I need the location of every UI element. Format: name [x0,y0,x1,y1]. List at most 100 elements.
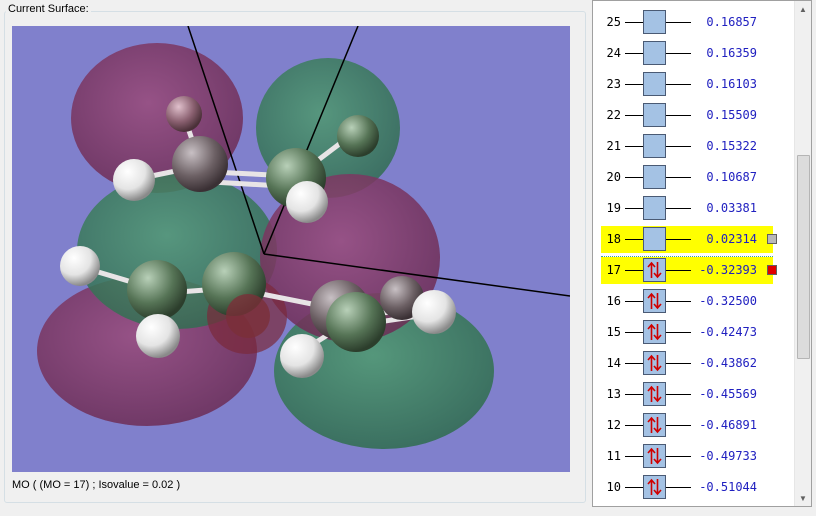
electron-pair-icon [647,385,662,403]
orbital-row-13[interactable]: 13 -0.45569 [601,381,791,408]
orbital-energy: -0.32393 [699,263,757,277]
virtual-orbital-box[interactable] [643,72,666,96]
virtual-orbital-box[interactable] [643,10,666,34]
spin-up-arrow-icon [647,447,656,464]
mo-energy-diagram[interactable]: 25 0.16857 24 0.16359 23 0.16103 22 0.15509… [592,0,812,507]
orbital-energy: -0.32500 [699,294,757,308]
current-surface-title: Current Surface: [6,3,91,15]
orbital-number: 23 [606,77,621,91]
occupied-orbital-box[interactable] [643,413,666,437]
orbital-number: 24 [606,46,621,60]
surface-status: MO ( (MO = 17) ; Isovalue = 0.02 ) [12,479,181,491]
atom-hydrogen [136,314,180,358]
virtual-orbital-box[interactable] [643,41,666,65]
orbital-number: 21 [606,139,621,153]
scroll-thumb[interactable] [797,155,810,359]
virtual-orbital-box[interactable] [643,165,666,189]
orbital-number: 20 [606,170,621,184]
occupied-orbital-box[interactable] [643,475,666,499]
orbital-energy: 0.10687 [699,170,757,184]
atom-carbon [337,115,379,157]
molecule-3d-viewer[interactable] [12,26,570,472]
spin-up-arrow-icon [647,292,656,309]
spin-up-arrow-icon [647,261,656,278]
orbital-row-20[interactable]: 20 0.10687 [601,164,791,191]
orbital-energy: 0.03381 [699,201,757,215]
atom-hydrogen [60,246,100,286]
orbital-row-25[interactable]: 25 0.16857 [601,9,791,36]
orbital-number: 16 [606,294,621,308]
orbital-row-18[interactable]: 18 0.02314 [601,226,791,253]
vertical-scrollbar[interactable]: ▲ ▼ [794,1,811,506]
virtual-orbital-box[interactable] [643,196,666,220]
orbital-number: 17 [606,263,621,277]
electron-pair-icon [647,416,662,434]
occupied-orbital-box[interactable] [643,289,666,313]
molecule-render [37,26,570,449]
orbital-row-12[interactable]: 12 -0.46891 [601,412,791,439]
spin-down-arrow-icon [653,448,662,465]
virtual-orbital-box[interactable] [643,103,666,127]
atom-carbon [172,136,228,192]
spin-down-arrow-icon [653,293,662,310]
atom-hydrogen [286,181,328,223]
spin-down-arrow-icon [653,355,662,372]
orbital-energy: 0.02314 [699,232,757,246]
orbital-row-11[interactable]: 11 -0.49733 [601,443,791,470]
occupied-orbital-box[interactable] [643,320,666,344]
occupied-orbital-box[interactable] [643,258,666,282]
orbital-energy: -0.49733 [699,449,757,463]
orbital-energy: 0.15509 [699,108,757,122]
orbital-row-22[interactable]: 22 0.15509 [601,102,791,129]
homo-lumo-separator [601,256,773,257]
spin-down-arrow-icon [653,324,662,341]
orbital-row-15[interactable]: 15 -0.42473 [601,319,791,346]
orbital-energy: 0.16359 [699,46,757,60]
orbital-row-23[interactable]: 23 0.16103 [601,71,791,98]
orbital-number: 13 [606,387,621,401]
electron-pair-icon [647,478,662,496]
orbital-energy: -0.42473 [699,325,757,339]
occupied-orbital-box[interactable] [643,382,666,406]
electron-pair-icon [647,354,662,372]
orbital-row-17[interactable]: 17 -0.32393 [601,256,791,284]
virtual-orbital-box[interactable] [643,227,666,251]
orbital-energy: 0.15322 [699,139,757,153]
atom-carbon [127,260,187,320]
surface-marker-icon[interactable] [767,265,777,275]
occupied-orbital-box[interactable] [643,444,666,468]
atom-carbon [326,292,386,352]
electron-pair-icon [647,261,662,279]
spin-down-arrow-icon [653,262,662,279]
atom-hydrogen [412,290,456,334]
orbital-row-16[interactable]: 16 -0.32500 [601,288,791,315]
orbital-number: 15 [606,325,621,339]
orbital-number: 25 [606,15,621,29]
orbital-row-19[interactable]: 19 0.03381 [601,195,791,222]
spin-down-arrow-icon [653,386,662,403]
orbital-row-24[interactable]: 24 0.16359 [601,40,791,67]
atom-carbon [166,96,202,132]
orbital-energy: -0.51044 [699,480,757,494]
orbital-number: 22 [606,108,621,122]
spin-up-arrow-icon [647,385,656,402]
spin-down-arrow-icon [653,479,662,496]
atom-hydrogen [280,334,324,378]
scroll-up-icon[interactable]: ▲ [795,1,811,18]
atom-hydrogen [113,159,155,201]
orbital-energy: -0.46891 [699,418,757,432]
orbital-number: 12 [606,418,621,432]
electron-pair-icon [647,323,662,341]
electron-pair-icon [647,447,662,465]
orbital-row-10[interactable]: 10 -0.51044 [601,474,791,501]
spin-up-arrow-icon [647,478,656,495]
scroll-down-icon[interactable]: ▼ [795,490,811,506]
orbital-list[interactable]: 25 0.16857 24 0.16359 23 0.16103 22 0.15509… [593,1,794,506]
occupied-orbital-box[interactable] [643,351,666,375]
surface-marker-icon[interactable] [767,234,777,244]
orbital-row-21[interactable]: 21 0.15322 [601,133,791,160]
virtual-orbital-box[interactable] [643,134,666,158]
orbital-row-14[interactable]: 14 -0.43862 [601,350,791,377]
orbital-number: 10 [606,480,621,494]
spin-up-arrow-icon [647,354,656,371]
